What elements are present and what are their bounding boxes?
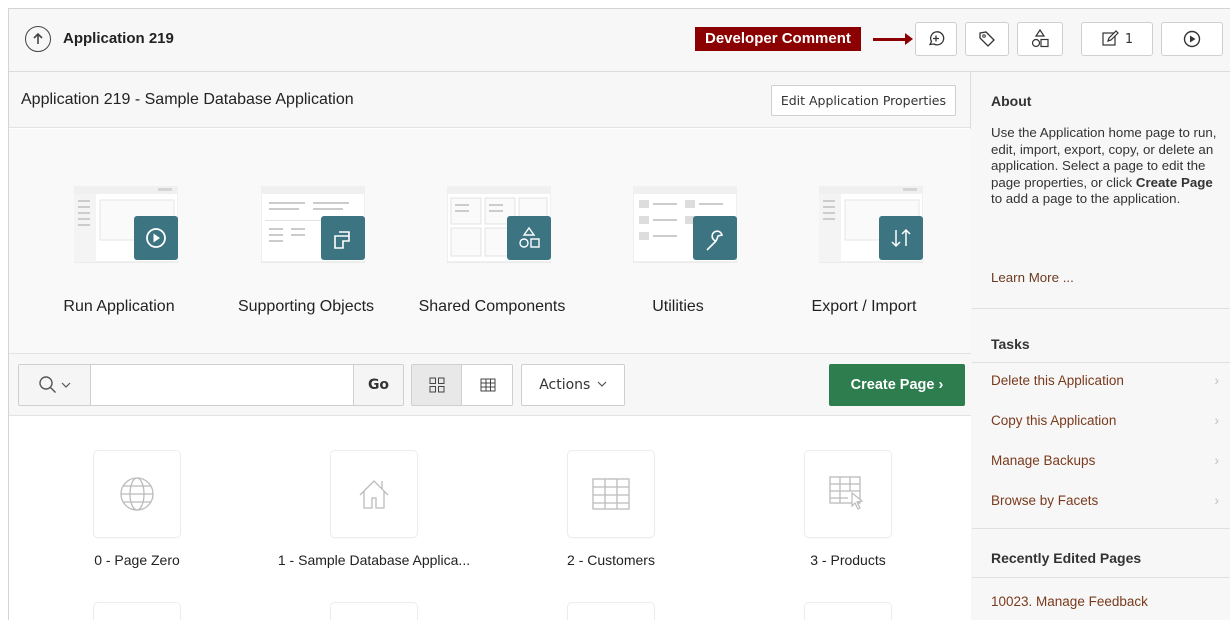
application-header: Application 219 - Sample Database Applic…	[9, 72, 970, 128]
shapes-icon	[1031, 28, 1049, 48]
page-card-3[interactable]	[805, 451, 891, 537]
chevron-down-icon	[61, 382, 71, 388]
report-view-button[interactable]	[463, 365, 513, 405]
tile-label: Utilities	[652, 298, 704, 315]
task-copy-application[interactable]: Copy this Application ›	[991, 413, 1223, 428]
page-label-2[interactable]: 2 - Customers	[491, 552, 731, 568]
page-card-2[interactable]	[568, 451, 654, 537]
table-cursor-icon	[829, 476, 864, 510]
feature-tiles: Run Application Supporting Objects Share…	[9, 129, 971, 354]
tile-label: Supporting Objects	[237, 298, 375, 315]
shared-components-button[interactable]	[1017, 22, 1063, 56]
divider	[972, 528, 1230, 529]
page-label-1[interactable]: 1 - Sample Database Applica...	[254, 552, 494, 568]
tile-run-application[interactable]: Run Application	[44, 186, 194, 336]
chevron-right-icon: ›	[1214, 453, 1220, 468]
page-title: Application 219 - Sample Database Applic…	[21, 91, 354, 108]
about-text-part: to add a page to the application.	[991, 191, 1181, 206]
search-options-button[interactable]	[19, 365, 91, 405]
about-text-bold: Create Page	[1135, 174, 1213, 190]
app-home-window: Application 219 Developer Comment 1 Appl…	[8, 8, 1230, 620]
edit-count: 1	[1124, 31, 1134, 47]
export-import-icon	[819, 186, 923, 263]
callout-arrow	[873, 33, 913, 45]
learn-more-link[interactable]: Learn More ...	[991, 270, 1074, 285]
task-browse-by-facets[interactable]: Browse by Facets ›	[991, 493, 1223, 508]
top-toolbar: Application 219 Developer Comment 1	[9, 9, 1230, 72]
tile-export-import[interactable]: Export / Import	[789, 186, 939, 336]
developer-comment-callout: Developer Comment	[695, 27, 861, 51]
edit-page-button[interactable]: 1	[1081, 22, 1153, 56]
tile-label: Run Application	[63, 298, 175, 315]
page-card-7[interactable]	[805, 603, 891, 620]
globe-icon	[120, 477, 154, 511]
view-toggle	[411, 364, 513, 406]
developer-comment-button[interactable]	[915, 22, 957, 56]
actions-label: Actions	[539, 377, 591, 393]
task-manage-backups[interactable]: Manage Backups ›	[991, 453, 1223, 468]
tag-button[interactable]	[965, 22, 1009, 56]
recent-page-link[interactable]: 10023. Manage Feedback	[991, 594, 1148, 609]
chevron-right-icon: ›	[1214, 413, 1220, 428]
chevron-right-icon: ›	[1214, 373, 1220, 388]
divider	[972, 308, 1230, 309]
search-input[interactable]	[92, 365, 354, 405]
play-icon	[74, 186, 178, 263]
edit-icon	[1102, 30, 1119, 46]
navigate-up-button[interactable]	[25, 26, 51, 52]
edit-application-properties-button[interactable]: Edit Application Properties	[770, 85, 956, 116]
task-label: Browse by Facets	[991, 493, 1099, 508]
supporting-objects-icon	[261, 186, 365, 263]
divider	[972, 577, 1230, 578]
grid-icon	[429, 377, 444, 393]
about-heading: About	[991, 93, 1032, 109]
arrow-up-icon	[33, 32, 43, 44]
comment-add-icon	[928, 31, 945, 46]
create-page-label: Create Page	[850, 377, 935, 393]
page-label-3[interactable]: 3 - Products	[728, 552, 968, 568]
about-text: Use the Application home page to run, ed…	[991, 125, 1226, 208]
tile-label: Shared Components	[418, 298, 566, 315]
page-card-1[interactable]	[331, 451, 417, 537]
chevron-right-icon: ›	[938, 377, 944, 393]
page-card-0[interactable]	[94, 451, 180, 537]
page-search-bar: Go Actions Create Page ›	[9, 354, 971, 416]
chevron-right-icon: ›	[1214, 493, 1220, 508]
tag-icon	[979, 31, 995, 47]
chevron-down-icon	[597, 381, 607, 387]
actions-menu-button[interactable]: Actions	[521, 364, 625, 406]
task-label: Delete this Application	[991, 373, 1124, 388]
tile-label: Export / Import	[811, 298, 917, 315]
task-label: Manage Backups	[991, 453, 1096, 468]
search-icon	[39, 376, 56, 393]
right-sidebar: About Use the Application home page to r…	[972, 72, 1230, 620]
icon-view-button[interactable]	[412, 365, 462, 405]
wrench-icon	[633, 186, 737, 263]
divider	[972, 362, 1230, 363]
shared-components-icon	[447, 186, 551, 263]
go-button[interactable]: Go	[353, 365, 403, 405]
application-title: Application 219	[63, 30, 174, 47]
task-label: Copy this Application	[991, 413, 1117, 428]
play-circle-icon	[1183, 30, 1201, 48]
tile-utilities[interactable]: Utilities	[603, 186, 753, 336]
home-icon	[359, 480, 389, 509]
table-icon	[592, 478, 630, 510]
pages-grid: 0 - Page Zero 1 - Sample Database Applic…	[9, 416, 971, 620]
page-card-4[interactable]	[94, 603, 180, 620]
task-delete-application[interactable]: Delete this Application ›	[991, 373, 1223, 388]
tasks-heading: Tasks	[991, 336, 1030, 352]
main-region: Application 219 - Sample Database Applic…	[9, 72, 971, 620]
search-group: Go	[18, 364, 404, 406]
tile-shared-components[interactable]: Shared Components	[417, 186, 567, 336]
table-view-icon	[480, 378, 496, 392]
create-page-button[interactable]: Create Page ›	[829, 364, 965, 406]
recently-edited-heading: Recently Edited Pages	[991, 550, 1142, 566]
page-card-6[interactable]	[568, 603, 654, 620]
tile-supporting-objects[interactable]: Supporting Objects	[231, 186, 381, 336]
page-card-5[interactable]	[331, 603, 417, 620]
page-label-0[interactable]: 0 - Page Zero	[17, 552, 257, 568]
run-application-button[interactable]	[1161, 22, 1223, 56]
